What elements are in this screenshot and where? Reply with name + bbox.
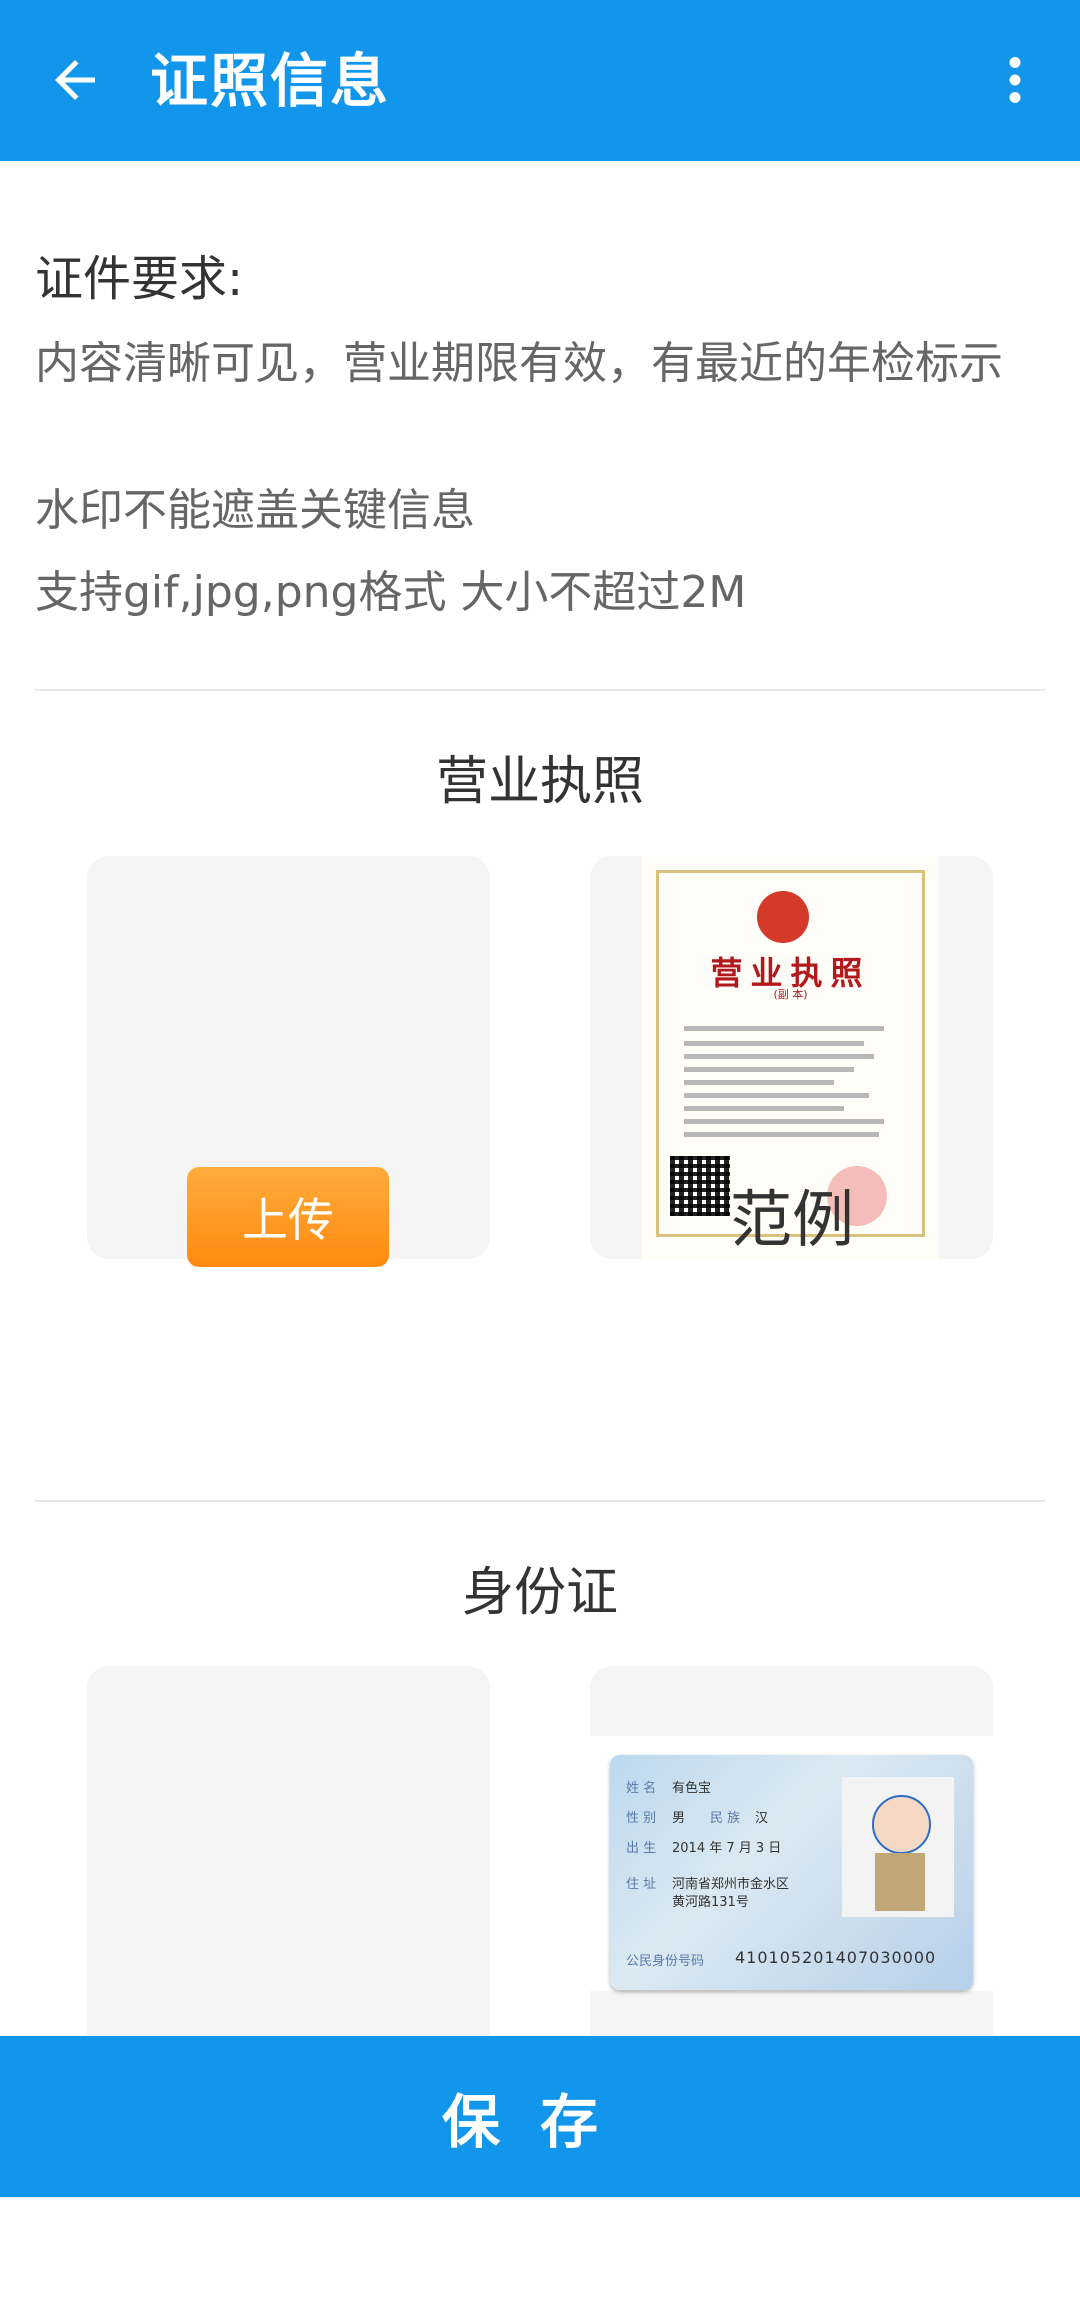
more-options-button[interactable] (970, 35, 1060, 125)
id-card-upload-area[interactable] (87, 1666, 490, 2036)
cartoon-avatar-icon (872, 1795, 931, 1854)
requirement-line: 内容清晰可见，营业期限有效，有最近的年检标示 (35, 338, 1003, 389)
save-button[interactable]: 保存 (0, 2036, 1080, 2197)
requirement-line: 支持gif,jpg,png格式 大小不超过2M (35, 567, 747, 618)
upload-button[interactable]: 上传 (187, 1167, 389, 1267)
requirements-title: 证件要求: (35, 251, 244, 307)
id-card-sample: 姓 名 有色宝 性 别 男 民 族 汉 出 生 2014 年 7 月 3 日 住… (610, 1755, 973, 1990)
divider (35, 1500, 1045, 1502)
more-vert-icon (1009, 57, 1021, 103)
page-title: 证照信息 (150, 47, 391, 115)
example-label: 范例 (730, 1183, 855, 1256)
id-photo (842, 1777, 954, 1917)
back-button[interactable] (30, 35, 120, 125)
id-card-title: 身份证 (461, 1563, 618, 1623)
business-license-title: 营业执照 (435, 752, 644, 812)
divider (35, 689, 1045, 691)
arrow-left-icon (55, 60, 95, 100)
license-sample-subtitle: (副 本) (773, 988, 808, 1001)
app-bar: 证照信息 (0, 0, 1080, 161)
national-emblem-icon (757, 891, 809, 943)
requirement-line: 水印不能遮盖关键信息 (35, 485, 475, 536)
id-card-example-image: 姓 名 有色宝 性 别 男 民 族 汉 出 生 2014 年 7 月 3 日 住… (590, 1666, 993, 2036)
